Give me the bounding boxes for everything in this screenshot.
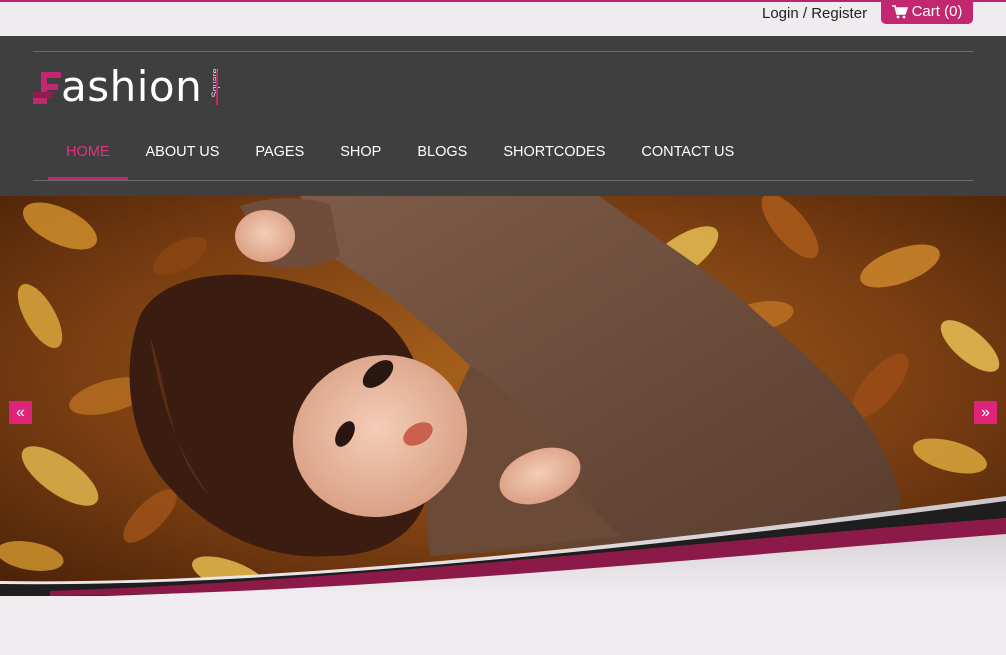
logo-text: ashion	[61, 62, 203, 111]
double-chevron-left-icon: «	[16, 404, 25, 421]
header-divider-bottom	[33, 180, 973, 181]
slider-next-button[interactable]: »	[974, 401, 997, 424]
nav-item-home[interactable]: HOME	[48, 136, 128, 180]
hero-slider: « »	[0, 196, 1006, 596]
header-divider-top	[33, 51, 973, 52]
cart-button[interactable]: Cart (0)	[881, 0, 973, 24]
nav-item-shortcodes[interactable]: SHORTCODES	[485, 136, 623, 180]
site-logo[interactable]: ashion Square	[31, 62, 231, 112]
nav-item-shop[interactable]: SHOP	[322, 136, 399, 180]
nav-item-blogs[interactable]: BLOGS	[399, 136, 485, 180]
main-nav: HOME ABOUT US PAGES SHOP BLOGS SHORTCODE…	[48, 136, 752, 180]
nav-item-pages[interactable]: PAGES	[237, 136, 322, 180]
logo-subtitle: Square	[210, 68, 220, 98]
hero-image	[0, 196, 1006, 596]
cart-icon	[891, 5, 908, 19]
nav-item-contact-us[interactable]: CONTACT US	[623, 136, 752, 180]
double-chevron-right-icon: »	[981, 404, 990, 421]
nav-item-about-us[interactable]: ABOUT US	[128, 136, 238, 180]
logo-mark-icon	[33, 72, 61, 104]
logo-accent-bar	[216, 71, 218, 105]
cart-label: Cart (0)	[911, 3, 963, 20]
site-header: ashion Square HOME ABOUT US PAGES SHOP B…	[0, 36, 1006, 196]
login-register-link[interactable]: Login / Register	[762, 4, 867, 24]
top-bar: Login / Register Cart (0)	[0, 0, 1006, 36]
slider-prev-button[interactable]: «	[9, 401, 32, 424]
